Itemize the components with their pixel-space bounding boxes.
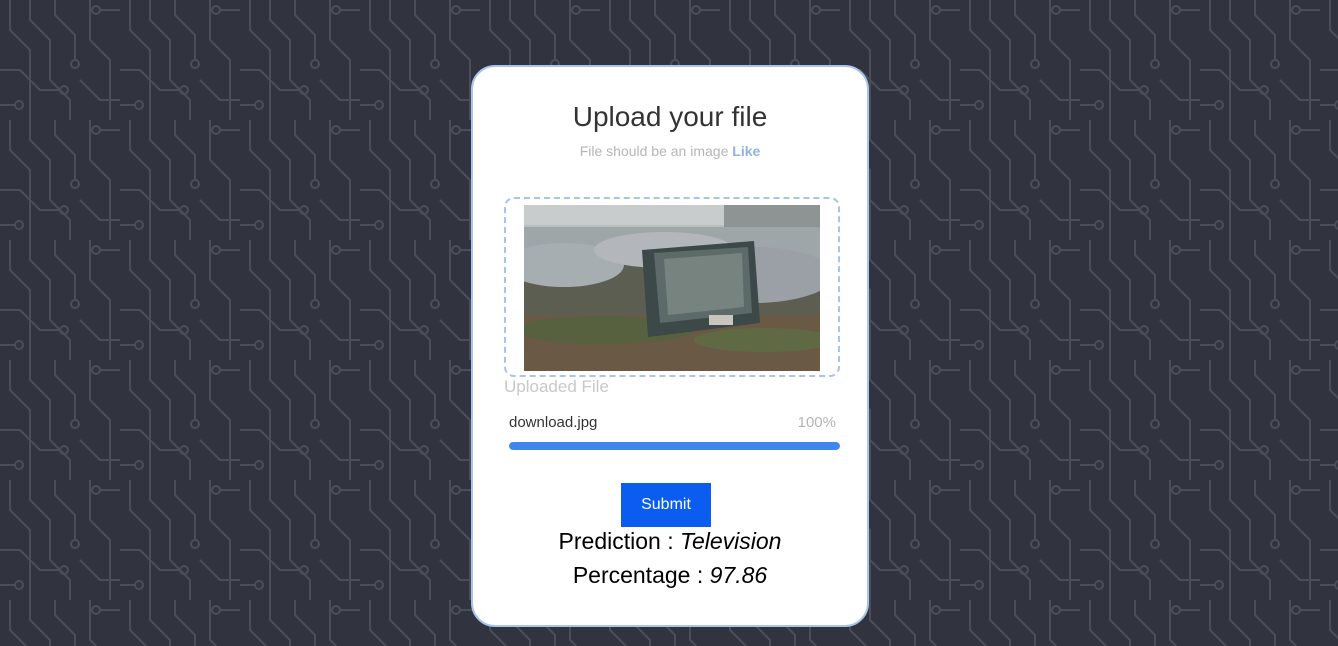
prediction-label: Prediction :: [558, 528, 680, 554]
percentage-label: Percentage :: [572, 562, 710, 588]
upload-hint-text: File should be an image: [579, 143, 729, 159]
file-dropzone[interactable]: [504, 197, 840, 377]
submit-button[interactable]: Submit: [621, 483, 711, 527]
upload-hint: File should be an image Like: [473, 143, 867, 159]
percentage-value: 97.86: [709, 562, 768, 588]
upload-progress-text: 100%: [797, 414, 836, 431]
uploaded-file-heading: Uploaded File: [504, 377, 609, 396]
percentage-result: Percentage : 97.86: [473, 562, 867, 589]
upload-card: Upload your file File should be an image…: [471, 65, 869, 627]
upload-progress-bar: [509, 442, 840, 450]
upload-hint-link[interactable]: Like: [732, 143, 760, 159]
upload-progress-fill: [509, 442, 840, 450]
uploaded-image-preview: [524, 205, 820, 371]
page-title: Upload your file: [572, 101, 768, 132]
prediction-result: Prediction : Television: [473, 528, 867, 555]
file-name: download.jpg: [509, 414, 598, 431]
prediction-value: Television: [680, 528, 782, 554]
